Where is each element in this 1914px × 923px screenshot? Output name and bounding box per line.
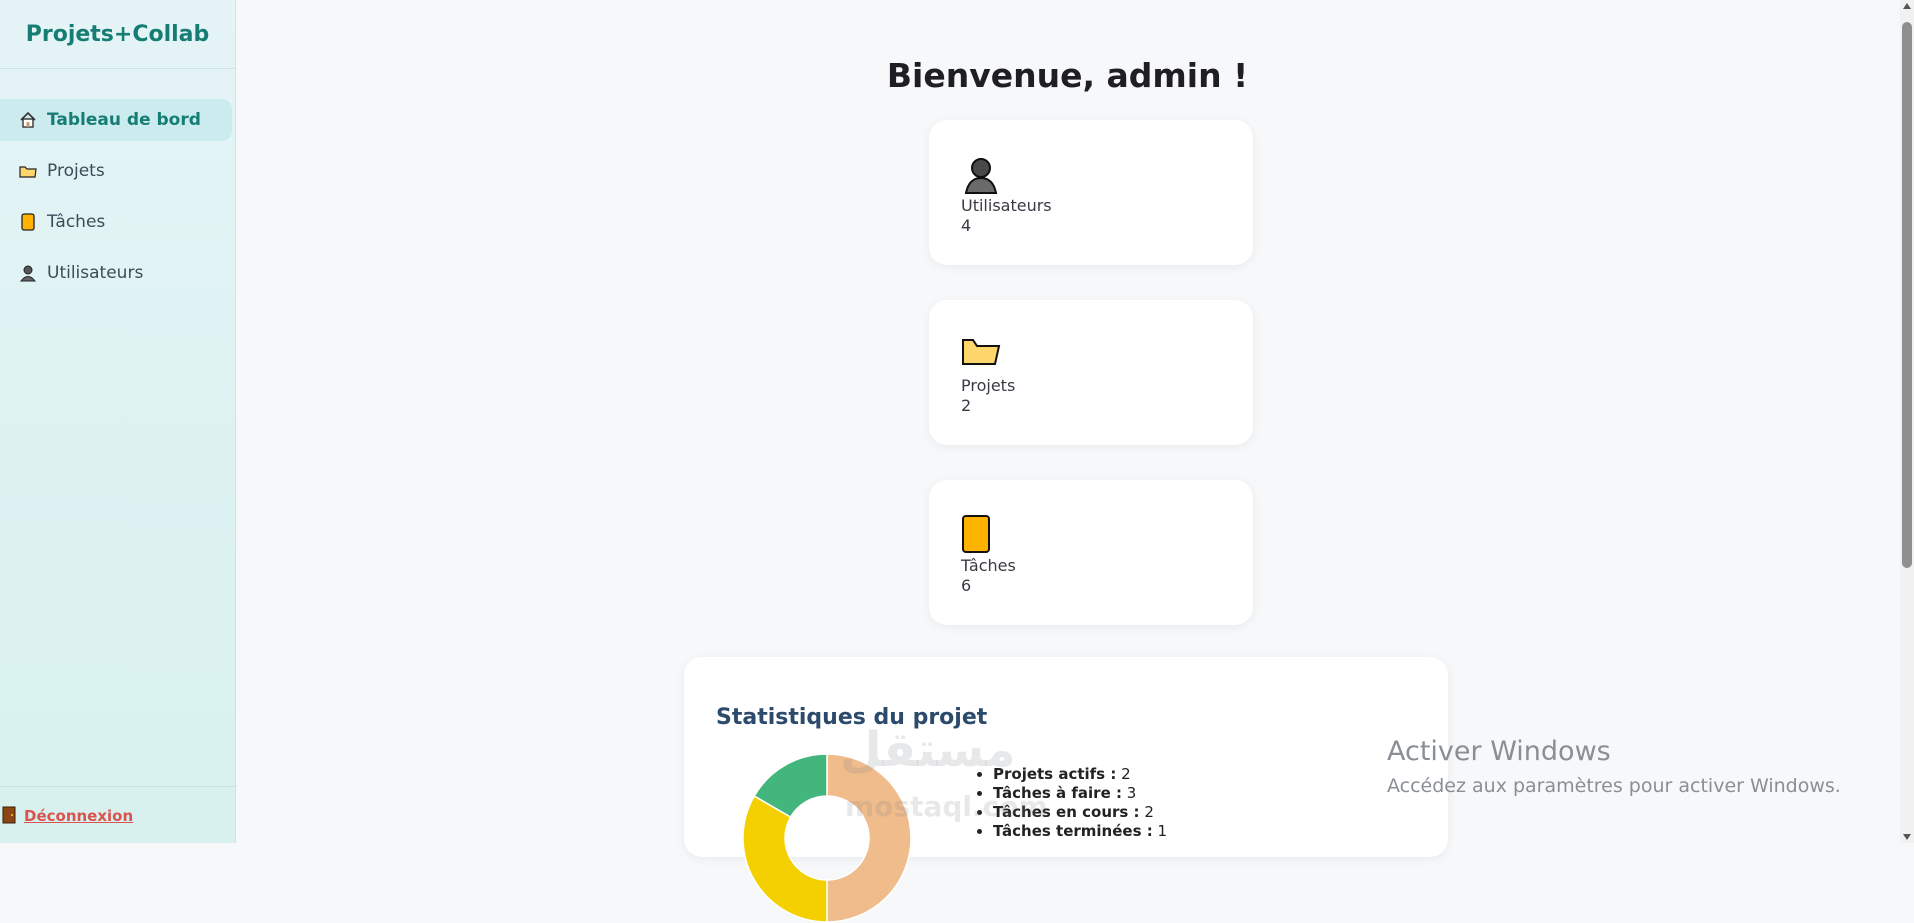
card-value: 4	[961, 216, 972, 235]
stats-item-value: 1	[1157, 822, 1168, 840]
card-label: Utilisateurs	[961, 196, 1052, 215]
stats-item-label: Tâches terminées :	[993, 822, 1153, 840]
sidebar-item-projects[interactable]: Projets	[0, 150, 235, 192]
sidebar-nav: Tableau de bord Projets Tâches Utilisate…	[0, 99, 235, 303]
card-label: Tâches	[961, 556, 1016, 575]
folder-icon	[961, 334, 1001, 374]
donut-slice-1	[742, 794, 828, 923]
stats-item-value: 2	[1144, 803, 1154, 821]
sidebar-item-label: Projets	[47, 161, 105, 181]
card-value: 6	[961, 576, 972, 595]
card-label: Projets	[961, 376, 1016, 395]
sidebar-item-label: Tâches	[47, 212, 106, 232]
sidebar-item-dashboard[interactable]: Tableau de bord	[0, 99, 232, 141]
task-card-icon	[18, 212, 38, 232]
task-card-icon	[961, 514, 1001, 554]
stat-card-tasks: Tâches 6	[929, 480, 1253, 625]
sidebar-item-users[interactable]: Utilisateurs	[0, 252, 235, 294]
activation-title: Activer Windows	[1387, 736, 1611, 767]
stats-item-active-projects: Projets actifs : 2	[993, 765, 1167, 784]
app-logo[interactable]: Projets+Collab	[0, 0, 235, 69]
watermark-url: mostaql.com	[845, 790, 1048, 823]
stats-item-value: 3	[1126, 784, 1137, 802]
card-value: 2	[961, 396, 972, 415]
watermark-logo: مستقل	[840, 722, 1016, 778]
stats-panel: Statistiques du projet Projets actifs : …	[684, 657, 1448, 923]
user-icon	[18, 263, 38, 283]
stat-card-users: Utilisateurs 4	[929, 120, 1253, 265]
sidebar-item-label: Tableau de bord	[47, 110, 201, 130]
windows-activation-notice: Activer Windows Accédez aux paramètres p…	[1387, 736, 1841, 797]
donut-slice-0	[826, 753, 912, 923]
house-icon	[18, 110, 38, 130]
folder-icon	[18, 161, 38, 181]
stat-card-projects: Projets 2	[929, 300, 1253, 445]
scroll-down-arrow-icon[interactable]	[1903, 834, 1911, 840]
logout-link[interactable]: Déconnexion	[0, 786, 237, 844]
tasks-donut-chart	[742, 753, 912, 923]
sidebar-item-label: Utilisateurs	[47, 263, 144, 283]
stats-item-value: 2	[1121, 765, 1131, 783]
stats-item-done: Tâches terminées : 1	[993, 822, 1167, 841]
user-icon	[961, 154, 1001, 194]
page-title: Bienvenue, admin !	[886, 56, 1249, 95]
scroll-thumb[interactable]	[1902, 22, 1912, 568]
door-icon	[2, 806, 20, 826]
logout-label: Déconnexion	[24, 806, 134, 825]
page-scrollbar[interactable]	[1900, 0, 1914, 843]
sidebar: Projets+Collab Tableau de bord Projets T…	[0, 0, 237, 844]
scroll-up-arrow-icon[interactable]	[1903, 3, 1911, 9]
sidebar-item-tasks[interactable]: Tâches	[0, 201, 235, 243]
activation-subtitle: Accédez aux paramètres pour activer Wind…	[1387, 775, 1841, 797]
